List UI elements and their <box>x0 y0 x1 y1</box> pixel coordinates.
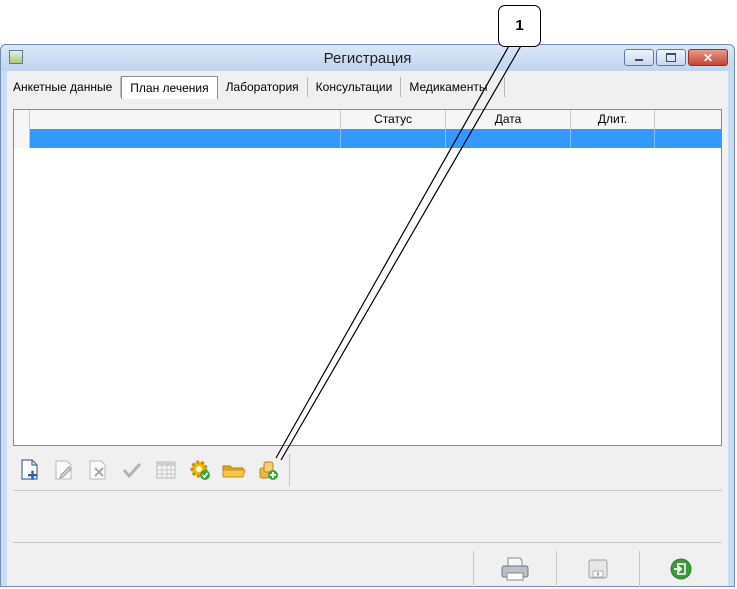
cell-status[interactable] <box>341 129 446 148</box>
callout-label: 1 <box>498 5 541 47</box>
column-header-duration[interactable]: Длит. <box>571 110 655 129</box>
treatment-plan-grid[interactable]: Статус Дата Длит. <box>13 109 722 446</box>
registration-window: Регистрация ✕ Анкетные данные План лечен… <box>0 44 735 587</box>
save-icon <box>588 559 608 579</box>
confirm-button[interactable] <box>115 455 149 485</box>
divider <box>13 490 722 491</box>
tab-strip: Анкетные данные План лечения Лаборатория… <box>5 76 506 99</box>
cell-duration[interactable] <box>571 129 655 148</box>
check-icon <box>122 462 142 479</box>
print-icon <box>501 557 529 581</box>
bottom-toolbar <box>473 551 722 587</box>
tab-laboratory[interactable]: Лаборатория <box>218 77 308 97</box>
add-document-icon <box>21 459 38 480</box>
toolbar-separator <box>289 454 290 486</box>
calendar-button[interactable] <box>149 455 183 485</box>
toolbar <box>13 453 290 487</box>
exit-button[interactable] <box>639 551 722 587</box>
close-button[interactable]: ✕ <box>688 49 728 66</box>
tab-questionnaire[interactable]: Анкетные данные <box>5 77 122 97</box>
add-payment-button[interactable] <box>251 455 285 485</box>
settings-button[interactable] <box>183 455 217 485</box>
close-icon: ✕ <box>702 50 714 65</box>
client-area: Анкетные данные План лечения Лаборатория… <box>5 71 728 587</box>
column-header-status[interactable]: Статус <box>341 110 446 129</box>
minimize-icon <box>635 59 643 61</box>
print-button[interactable] <box>473 551 556 587</box>
coins-add-icon <box>259 461 278 480</box>
column-header-date[interactable]: Дата <box>446 110 571 129</box>
title-bar[interactable]: Регистрация ✕ <box>1 45 734 71</box>
row-indicator-header <box>14 110 30 129</box>
edit-button[interactable] <box>47 455 81 485</box>
maximize-button[interactable] <box>656 49 686 66</box>
delete-icon <box>89 460 106 480</box>
calendar-icon <box>156 461 176 479</box>
divider <box>13 542 722 543</box>
delete-button[interactable] <box>81 455 115 485</box>
tab-consultations[interactable]: Консультации <box>308 77 402 97</box>
open-folder-button[interactable] <box>217 455 251 485</box>
add-button[interactable] <box>13 455 47 485</box>
tab-medications[interactable]: Медикаменты <box>401 77 506 97</box>
minimize-button[interactable] <box>624 49 654 66</box>
settings-icon <box>190 460 210 480</box>
tab-treatment-plan[interactable]: План лечения <box>121 76 218 99</box>
edit-icon <box>55 460 72 480</box>
window-controls: ✕ <box>624 49 728 66</box>
grid-header: Статус Дата Длит. <box>14 110 721 130</box>
table-row[interactable] <box>14 129 721 148</box>
folder-icon <box>222 465 246 478</box>
save-button[interactable] <box>556 551 639 587</box>
exit-icon <box>670 558 692 580</box>
cell-date[interactable] <box>446 129 571 148</box>
column-header-name[interactable] <box>30 110 341 129</box>
maximize-icon <box>666 53 676 62</box>
row-indicator <box>14 129 30 148</box>
column-header-extra[interactable] <box>655 110 721 129</box>
cell-name[interactable] <box>30 129 341 148</box>
